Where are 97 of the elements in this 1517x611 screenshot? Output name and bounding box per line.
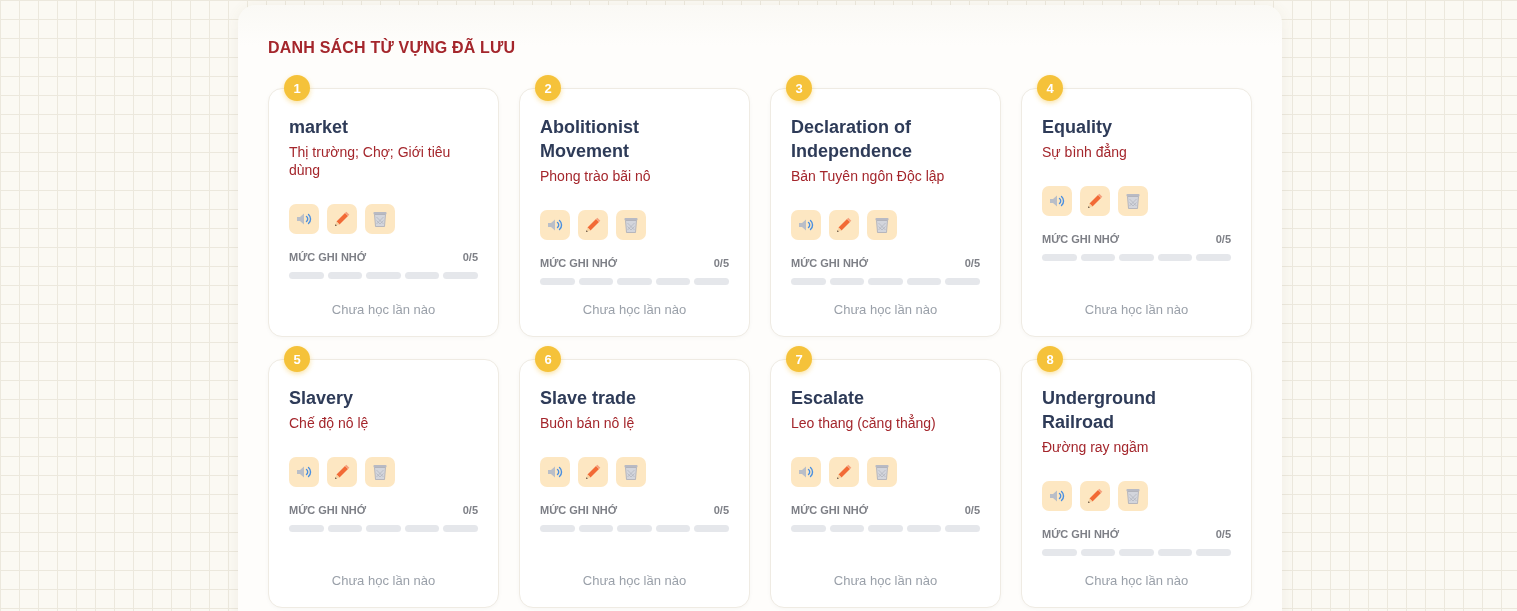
number-badge: 2 xyxy=(535,75,561,101)
edit-button[interactable] xyxy=(327,204,357,234)
speaker-icon xyxy=(1049,194,1065,208)
panel-title: DANH SÁCH TỪ VỰNG ĐÃ LƯU xyxy=(268,38,517,58)
edit-button[interactable] xyxy=(327,457,357,487)
memory-count: 0/5 xyxy=(713,503,729,517)
vocab-word: market xyxy=(289,116,350,139)
vocab-meaning: Đường ray ngầm xyxy=(1042,438,1150,456)
memory-label: MỨC GHI NHỚ xyxy=(791,256,869,270)
pencil-icon xyxy=(1087,193,1103,209)
speaker-icon xyxy=(547,465,563,479)
number-badge: 5 xyxy=(284,346,310,372)
pencil-icon xyxy=(585,464,601,480)
delete-button[interactable] xyxy=(365,457,395,487)
edit-button[interactable] xyxy=(1080,186,1110,216)
delete-button[interactable] xyxy=(867,457,897,487)
number-badge: 4 xyxy=(1037,75,1063,101)
number-badge: 1 xyxy=(284,75,310,101)
speak-button[interactable] xyxy=(289,204,319,234)
memory-count: 0/5 xyxy=(964,256,980,270)
vocab-meaning: Bản Tuyên ngôn Độc lập xyxy=(791,167,946,185)
edit-button[interactable] xyxy=(829,210,859,240)
number-badge: 6 xyxy=(535,346,561,372)
memory-label: MỨC GHI NHỚ xyxy=(1042,527,1120,541)
memory-count: 0/5 xyxy=(1215,527,1231,541)
number-badge: 3 xyxy=(786,75,812,101)
speaker-icon xyxy=(547,218,563,232)
pencil-icon xyxy=(585,217,601,233)
edit-button[interactable] xyxy=(829,457,859,487)
speak-button[interactable] xyxy=(1042,186,1072,216)
pencil-icon xyxy=(1087,488,1103,504)
vocab-word: Abolitionist Movement xyxy=(540,116,640,163)
memory-count: 0/5 xyxy=(1215,232,1231,246)
speak-button[interactable] xyxy=(289,457,319,487)
memory-count: 0/5 xyxy=(462,250,478,264)
vocab-word: Equality xyxy=(1042,116,1113,139)
speak-button[interactable] xyxy=(791,210,821,240)
delete-button[interactable] xyxy=(616,457,646,487)
speaker-icon xyxy=(798,218,814,232)
trash-icon xyxy=(624,217,638,233)
speaker-icon xyxy=(296,212,312,226)
pencil-icon xyxy=(836,217,852,233)
vocab-word: Slavery xyxy=(289,387,355,410)
speak-button[interactable] xyxy=(791,457,821,487)
edit-button[interactable] xyxy=(1080,481,1110,511)
number-badge: 8 xyxy=(1037,346,1063,372)
vocab-meaning: Sự bình đẳng xyxy=(1042,143,1128,161)
trash-icon xyxy=(875,217,889,233)
memory-label: MỨC GHI NHỚ xyxy=(791,503,869,517)
study-status: Chưa học lần nào xyxy=(581,573,688,589)
number-badge: 7 xyxy=(786,346,812,372)
delete-button[interactable] xyxy=(867,210,897,240)
study-status: Chưa học lần nào xyxy=(1083,302,1190,318)
trash-icon xyxy=(1126,488,1140,504)
study-status: Chưa học lần nào xyxy=(832,302,939,318)
trash-icon xyxy=(373,464,387,480)
vocab-word: Declaration of Independence xyxy=(791,116,914,163)
study-status: Chưa học lần nào xyxy=(330,573,437,589)
study-status: Chưa học lần nào xyxy=(330,302,437,318)
vocab-meaning: Buôn bán nô lệ xyxy=(540,414,636,432)
study-status: Chưa học lần nào xyxy=(832,573,939,589)
speaker-icon xyxy=(296,465,312,479)
speak-button[interactable] xyxy=(540,457,570,487)
trash-icon xyxy=(373,211,387,227)
study-status: Chưa học lần nào xyxy=(581,302,688,318)
edit-button[interactable] xyxy=(578,457,608,487)
study-status: Chưa học lần nào xyxy=(1083,573,1190,589)
memory-count: 0/5 xyxy=(964,503,980,517)
delete-button[interactable] xyxy=(365,204,395,234)
memory-label: MỨC GHI NHỚ xyxy=(540,503,618,517)
delete-button[interactable] xyxy=(1118,186,1148,216)
memory-label: MỨC GHI NHỚ xyxy=(289,503,367,517)
vocab-word: Escalate xyxy=(791,387,866,410)
vocab-meaning: Thị trường; Chợ; Giới tiêu dùng xyxy=(289,143,452,179)
trash-icon xyxy=(875,464,889,480)
vocab-word: Slave trade xyxy=(540,387,638,410)
vocab-word: Underground Railroad xyxy=(1042,387,1157,434)
edit-button[interactable] xyxy=(578,210,608,240)
vocab-meaning: Leo thang (căng thẳng) xyxy=(791,414,937,432)
pencil-icon xyxy=(334,211,350,227)
speak-button[interactable] xyxy=(540,210,570,240)
vocab-meaning: Phong trào bãi nô xyxy=(540,167,652,185)
speak-button[interactable] xyxy=(1042,481,1072,511)
memory-label: MỨC GHI NHỚ xyxy=(289,250,367,264)
delete-button[interactable] xyxy=(1118,481,1148,511)
memory-count: 0/5 xyxy=(462,503,478,517)
pencil-icon xyxy=(334,464,350,480)
trash-icon xyxy=(624,464,638,480)
vocab-meaning: Chế độ nô lệ xyxy=(289,414,370,432)
speaker-icon xyxy=(1049,489,1065,503)
memory-count: 0/5 xyxy=(713,256,729,270)
memory-label: MỨC GHI NHỚ xyxy=(1042,232,1120,246)
speaker-icon xyxy=(798,465,814,479)
delete-button[interactable] xyxy=(616,210,646,240)
trash-icon xyxy=(1126,193,1140,209)
memory-label: MỨC GHI NHỚ xyxy=(540,256,618,270)
pencil-icon xyxy=(836,464,852,480)
